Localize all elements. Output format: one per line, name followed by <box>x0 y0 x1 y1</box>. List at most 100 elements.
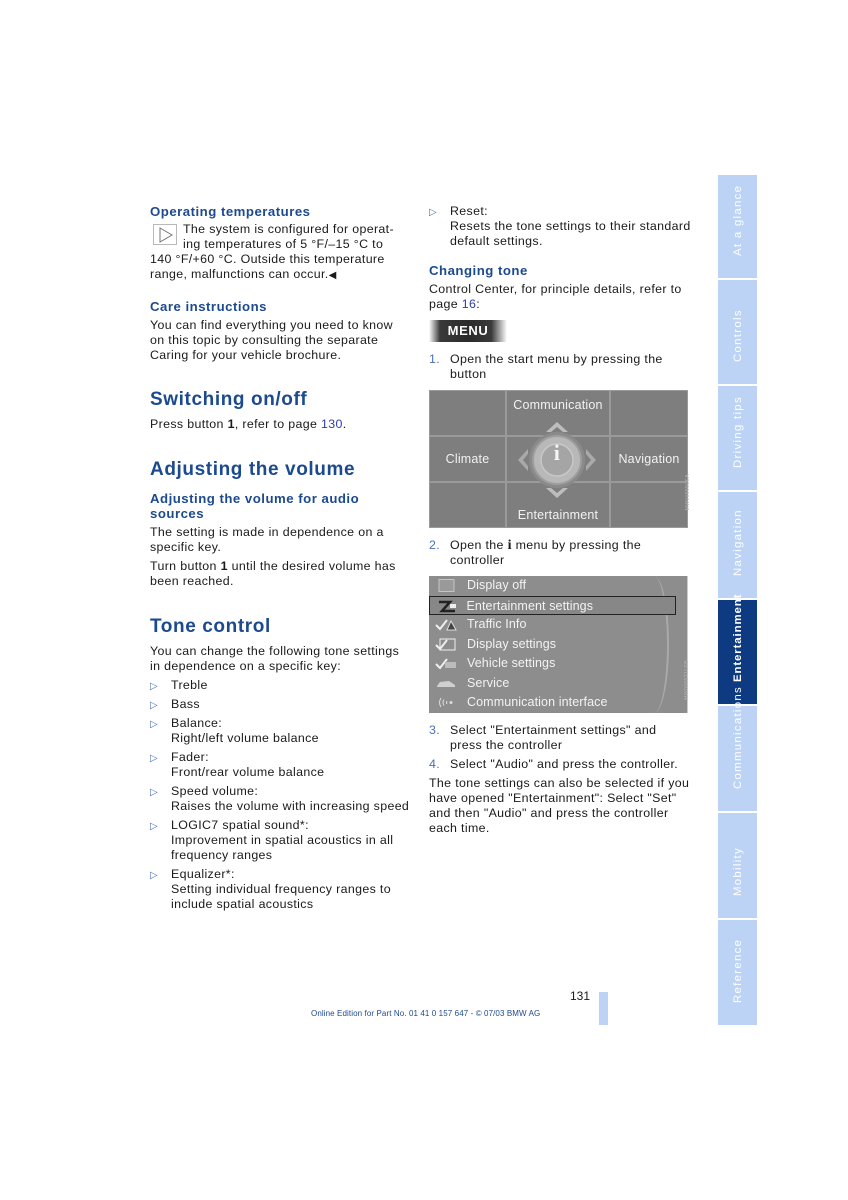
switching-text-before: Press button <box>150 417 228 431</box>
bullet-triangle-icon: ▷ <box>429 207 438 218</box>
chapter-tabs: At a glance Controls Driving tips Naviga… <box>718 175 757 1025</box>
screen-cell <box>610 482 688 528</box>
bullet-triangle-icon: ▷ <box>150 700 159 711</box>
button-number: 1 <box>227 417 235 431</box>
tab-label: Mobility <box>731 846 744 896</box>
volume-para-1: The setting is made in dependence on a s… <box>150 525 384 554</box>
tab-label: Entertainment <box>731 593 744 682</box>
list-item: ▷ Reset: Resets the tone settings to their… <box>429 204 691 249</box>
list-item: ▷ LOGIC7 spatial sound*: Improvement in sp… <box>150 818 410 863</box>
steps-list-a: 1. Open the start menu by pressing the bu… <box>429 352 691 382</box>
tone-control-heading: Tone control <box>150 616 271 637</box>
left-column: Operating temperatures The system is con… <box>150 204 410 916</box>
page-link-130[interactable]: 130 <box>321 417 343 431</box>
menu-item-display-settings: Display settings <box>429 635 676 655</box>
bullet-triangle-icon: ▷ <box>150 681 159 692</box>
step-number: 2. <box>429 538 441 552</box>
list-item: ▷ Treble <box>150 678 410 693</box>
start-menu-navigation: Navigation <box>610 436 688 482</box>
changing-tone-text: Control Center, for principle details, r… <box>429 282 691 312</box>
page-number: 131 <box>570 989 591 1003</box>
item-title: Treble <box>171 678 208 692</box>
care-instructions-heading: Care instructions <box>150 299 267 314</box>
list-item: ▷ Bass <box>150 697 410 712</box>
footer-edition: Online Edition for Part No. 01 41 0 157 … <box>311 1009 541 1018</box>
volume-audio-subheading: Adjusting the volume for audio sources <box>150 491 360 521</box>
tone-settings-list: ▷ Treble ▷ Bass ▷ Balance: Right/left volume… <box>150 678 410 912</box>
display-settings-icon <box>435 638 456 651</box>
tab-controls[interactable]: Controls <box>718 280 757 386</box>
item-desc: Front/rear volume balance <box>171 765 325 779</box>
menu-item-traffic-info: Traffic Info <box>429 615 676 635</box>
menu-item-label: Communication interface <box>467 695 608 709</box>
menu-item-label: Service <box>467 675 510 690</box>
item-desc: Right/left volume balance <box>171 731 319 745</box>
screen-cell <box>429 390 506 436</box>
item-title: LOGIC7 spatial sound*: <box>171 818 309 832</box>
tab-label: Navigation <box>731 509 744 576</box>
adjusting-volume-heading: Adjusting the volume <box>150 459 356 480</box>
menu-item-label: Vehicle settings <box>467 656 556 670</box>
tab-at-a-glance[interactable]: At a glance <box>718 175 757 280</box>
tab-reference[interactable]: Reference <box>718 920 757 1025</box>
item-desc: Raises the volume with increasing speed <box>171 799 410 813</box>
step-number: 4. <box>429 757 441 771</box>
bullet-triangle-icon: ▷ <box>150 753 159 764</box>
item-desc: Resets the tone settings to their standa… <box>450 219 691 248</box>
screen-cell <box>429 482 506 528</box>
tab-communications[interactable]: Communications <box>718 686 757 813</box>
list-item: ▷ Speed volume: Raises the volume with inc… <box>150 784 410 814</box>
item-desc: Improvement in spatial acoustics in all … <box>171 833 394 862</box>
screen-cell <box>610 390 688 436</box>
operating-temperatures-note: The system is configured for operat- ing… <box>150 222 410 283</box>
image-ref-code: MW00555LEA <box>685 474 691 511</box>
item-title: Reset: <box>450 204 488 218</box>
item-title: Speed volume: <box>171 784 259 798</box>
reset-list: ▷ Reset: Resets the tone settings to their… <box>429 204 691 249</box>
start-menu-climate: Climate <box>429 436 506 482</box>
menu-button-image: MENU <box>429 320 507 342</box>
entertainment-settings-icon <box>439 600 456 612</box>
vehicle-settings-icon <box>435 658 456 670</box>
switching-text-middle: , refer to page <box>234 417 321 431</box>
volume-button-number: 1 <box>220 559 228 573</box>
item-desc: Setting individual frequency ranges to i… <box>171 882 391 911</box>
volume-para-2-before: Turn button <box>150 559 221 573</box>
bullet-triangle-icon: ▷ <box>150 787 159 798</box>
switching-text-after: . <box>342 417 347 431</box>
care-instructions-text: You can find everything you need to know… <box>150 318 393 362</box>
step-item: 3. Select "Entertainment settings" and pr… <box>429 723 691 753</box>
traffic-info-icon <box>435 619 457 631</box>
step-item: 1. Open the start menu by pressing the bu… <box>429 352 691 382</box>
changing-tone-heading: Changing tone <box>429 263 528 278</box>
steps-list-c: 3. Select "Entertainment settings" and pr… <box>429 723 691 772</box>
note-rest: 140 °F/+60 °C. Outside this temperature … <box>150 252 385 281</box>
item-title: Fader: <box>171 750 209 764</box>
step-text-before: Open the <box>450 538 508 552</box>
tab-navigation[interactable]: Navigation <box>718 492 757 600</box>
service-car-icon <box>437 680 455 687</box>
menu-item-label: Traffic Info <box>467 617 527 631</box>
right-column: ▷ Reset: Resets the tone settings to their… <box>429 204 691 836</box>
list-item: ▷ Balance: Right/left volume balance <box>150 716 410 746</box>
note-triangle-icon <box>153 224 177 245</box>
step-item: 2. Open the i menu by pressing the contro… <box>429 538 691 568</box>
step-text: Select "Audio" and press the controller. <box>450 757 679 771</box>
item-title: Balance: <box>171 716 223 730</box>
tab-driving-tips[interactable]: Driving tips <box>718 386 757 492</box>
communication-interface-icon <box>439 697 453 708</box>
bullet-triangle-icon: ▷ <box>150 719 159 730</box>
menu-item-service: Service <box>429 674 676 694</box>
step-text: Select "Entertainment settings" and pres… <box>450 723 657 752</box>
page-link-16[interactable]: 16 <box>462 297 476 311</box>
menu-item-display-off: Display off <box>429 576 676 596</box>
menu-item-entertainment-settings: Entertainment settings <box>429 595 676 615</box>
menu-item-vehicle-settings: Vehicle settings <box>429 654 676 674</box>
list-item: ▷ Equalizer*: Setting individual frequency… <box>150 867 410 912</box>
list-item: ▷ Fader: Front/rear volume balance <box>150 750 410 780</box>
item-title: Equalizer*: <box>171 867 235 881</box>
changing-tone-text-after: : <box>476 297 481 311</box>
switching-text: Press button 1, refer to page 130. <box>150 417 410 432</box>
tone-control-intro: You can change the following tone settin… <box>150 644 400 673</box>
tab-mobility[interactable]: Mobility <box>718 813 757 920</box>
